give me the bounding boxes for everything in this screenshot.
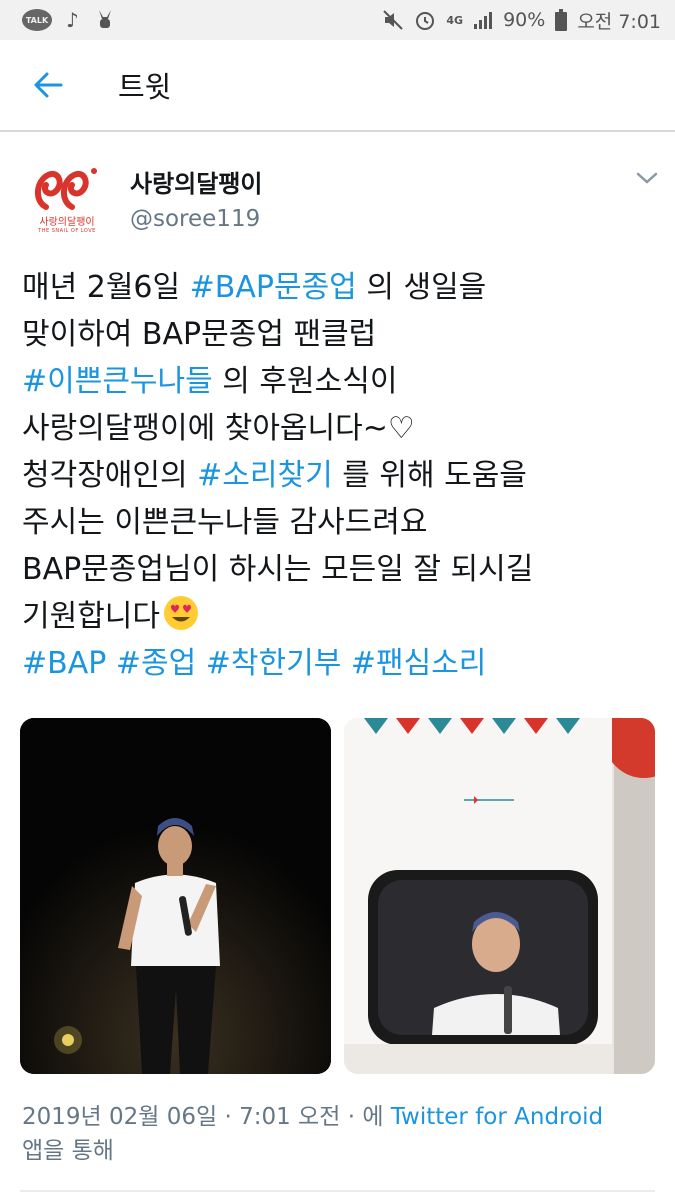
mute-icon <box>383 10 404 30</box>
avatar[interactable]: 사랑의달팽이 THE SNAIL OF LOVE <box>22 152 112 242</box>
author-name[interactable]: 사랑의달팽이 <box>130 164 262 199</box>
hashtag-link[interactable]: #소리찾기 <box>197 458 333 493</box>
tweet-line: 청각장애인의 #소리찾기 를 위해 도움을 <box>22 458 527 493</box>
battery-percent: 90% <box>503 9 546 31</box>
tweet-text: 매년 2월6일 #BAP문종업 의 생일을 맞이하여 BAP문종업 팬클럽 #이… <box>22 264 652 687</box>
kakaotalk-icon: TALK <box>22 9 52 31</box>
hashtag-link[interactable]: #BAP <box>22 646 106 681</box>
divider <box>20 1190 655 1192</box>
tweet-line: BAP문종업님이 하시는 모든일 잘 되시길 <box>22 552 534 587</box>
hashtag-link[interactable]: #종업 <box>116 646 196 681</box>
author-handle[interactable]: @soree119 <box>130 206 260 232</box>
avatar-sublabel: THE SNAIL OF LOVE <box>38 227 96 234</box>
arrow-left-icon <box>34 72 63 98</box>
tweet-photo-1[interactable] <box>20 718 331 1074</box>
timestamp: 2019년 02월 06일 · 7:01 오전 · 에 <box>22 1104 384 1130</box>
hashtag-row: #BAP #종업 #착한기부 #팬심소리 <box>22 640 652 687</box>
tweet-line: 주시는 이쁜큰누나들 감사드려요 <box>22 505 428 540</box>
signal-icon <box>474 12 493 29</box>
clock: 오전 7:01 <box>577 10 661 33</box>
alarm-icon <box>416 12 435 30</box>
concert-photo <box>20 718 331 1074</box>
hashtag-link[interactable]: #팬심소리 <box>351 646 487 681</box>
tweet-line: #이쁜큰누나들 의 후원소식이 <box>22 364 398 399</box>
app-bar: 트윗 <box>0 40 675 132</box>
chevron-down-icon[interactable] <box>632 166 662 190</box>
page-title: 트윗 <box>118 70 172 104</box>
tweet-line: 맞이하여 BAP문종업 팬클럽 <box>22 317 377 352</box>
bunny-icon <box>98 10 111 28</box>
source-link[interactable]: Twitter for Android <box>391 1104 603 1130</box>
snail-logo-icon <box>35 167 97 210</box>
tweet-line: 기원합니다 <box>22 593 652 640</box>
tweet-line: 사랑의달팽이에 찾아옵니다~♡ <box>22 411 415 446</box>
hashtag-link[interactable]: #이쁜큰누나들 <box>22 364 213 399</box>
tweet-meta: 2019년 02월 06일 · 7:01 오전 · 에 Twitter for … <box>22 1100 652 1168</box>
tweet-photo-2[interactable] <box>344 718 655 1074</box>
hashtag-link[interactable]: #BAP문종업 <box>190 270 357 305</box>
back-button[interactable] <box>18 55 78 115</box>
hashtag-link[interactable]: #착한기부 <box>206 646 342 681</box>
tweet-line: 매년 2월6일 #BAP문종업 의 생일을 <box>22 270 487 305</box>
heart-eyes-emoji-icon <box>164 596 198 630</box>
battery-icon <box>555 9 568 31</box>
source-suffix: 앱을 통해 <box>22 1138 114 1164</box>
status-bar: TALK ♪ 4G 90% 오전 7:01 <box>0 0 675 40</box>
photo-card-image <box>344 718 655 1074</box>
avatar-label: 사랑의달팽이 <box>39 216 95 228</box>
music-note-icon: ♪ <box>66 8 79 32</box>
network-type: 4G <box>446 13 464 27</box>
